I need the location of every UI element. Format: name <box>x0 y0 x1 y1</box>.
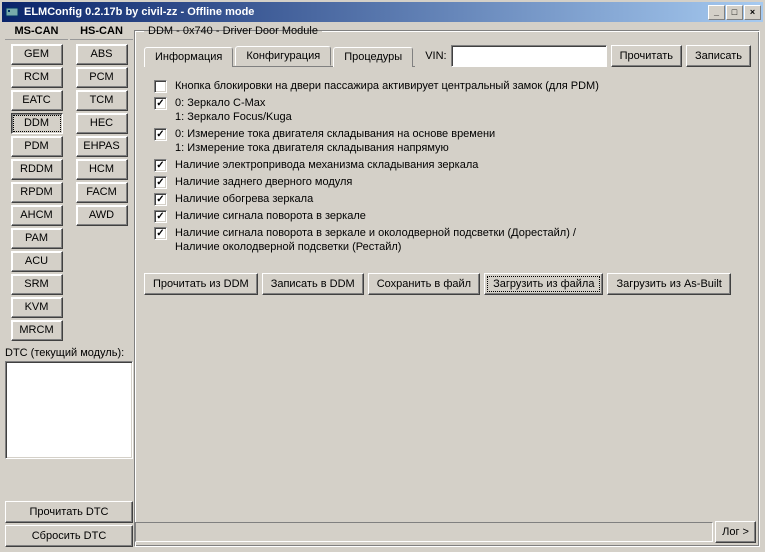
module-ddm[interactable]: DDM <box>11 113 63 134</box>
module-hec[interactable]: HEC <box>76 113 128 134</box>
option-label-0: Кнопка блокировки на двери пассажира акт… <box>175 79 599 93</box>
module-pdm[interactable]: PDM <box>11 136 63 157</box>
load-from-file-button[interactable]: Загрузить из файла <box>484 273 603 295</box>
config-options: Кнопка блокировки на двери пассажира акт… <box>144 75 751 261</box>
option-label-6: Наличие сигнала поворота в зеркале <box>175 209 366 223</box>
module-pam[interactable]: PAM <box>11 228 63 249</box>
module-rpdm[interactable]: RPDM <box>11 182 63 203</box>
option-label-7: Наличие сигнала поворота в зеркале и око… <box>175 226 576 254</box>
vin-input[interactable] <box>451 45 607 67</box>
log-button[interactable]: Лог > <box>715 521 756 543</box>
hscan-column: HS-CAN ABSPCMTCMHECEHPASHCMFACMAWD <box>70 25 133 341</box>
tab-procedures[interactable]: Процедуры <box>333 47 413 67</box>
module-eatc[interactable]: EATC <box>11 90 63 111</box>
option-label-1: 0: Зеркало C-Max 1: Зеркало Focus/Kuga <box>175 96 292 124</box>
option-checkbox-6[interactable] <box>154 210 167 223</box>
option-label-4: Наличие заднего дверного модуля <box>175 175 352 189</box>
module-ehpas[interactable]: EHPAS <box>76 136 128 157</box>
option-label-3: Наличие электропривода механизма складыв… <box>175 158 478 172</box>
vin-read-button[interactable]: Прочитать <box>611 45 682 67</box>
module-srm[interactable]: SRM <box>11 274 63 295</box>
module-ahcm[interactable]: AHCM <box>11 205 63 226</box>
module-awd[interactable]: AWD <box>76 205 128 226</box>
module-pcm[interactable]: PCM <box>76 67 128 88</box>
status-bar <box>135 522 713 542</box>
clear-dtc-button[interactable]: Сбросить DTC <box>5 525 133 547</box>
option-checkbox-4[interactable] <box>154 176 167 189</box>
option-label-5: Наличие обогрева зеркала <box>175 192 313 206</box>
vin-label: VIN: <box>425 50 446 62</box>
module-rddm[interactable]: RDDM <box>11 159 63 180</box>
dtc-listbox[interactable] <box>5 361 133 459</box>
mscan-header: MS-CAN <box>5 25 68 40</box>
read-dtc-button[interactable]: Прочитать DTC <box>5 501 133 523</box>
vin-write-button[interactable]: Записать <box>686 45 751 67</box>
module-acu[interactable]: ACU <box>11 251 63 272</box>
option-checkbox-1[interactable] <box>154 97 167 110</box>
option-checkbox-2[interactable] <box>154 128 167 141</box>
module-groupbox: DDM - 0x740 - Driver Door Module Информа… <box>135 25 760 547</box>
minimize-button[interactable]: _ <box>708 5 725 20</box>
module-legend: DDM - 0x740 - Driver Door Module <box>144 25 322 37</box>
module-rcm[interactable]: RCM <box>11 67 63 88</box>
window-title: ELMConfig 0.2.17b by civil-zz - Offline … <box>24 6 707 18</box>
module-gem[interactable]: GEM <box>11 44 63 65</box>
option-checkbox-7[interactable] <box>154 227 167 240</box>
module-tcm[interactable]: TCM <box>76 90 128 111</box>
option-checkbox-0[interactable] <box>154 80 167 93</box>
save-to-file-button[interactable]: Сохранить в файл <box>368 273 480 295</box>
module-abs[interactable]: ABS <box>76 44 128 65</box>
dtc-label: DTC (текущий модуль): <box>5 347 133 359</box>
config-tabs: Информация Конфигурация Процедуры <box>144 46 415 67</box>
hscan-header: HS-CAN <box>70 25 133 40</box>
mscan-column: MS-CAN GEMRCMEATCDDMPDMRDDMRPDMAHCMPAMAC… <box>5 25 68 341</box>
option-checkbox-5[interactable] <box>154 193 167 206</box>
option-checkbox-3[interactable] <box>154 159 167 172</box>
module-facm[interactable]: FACM <box>76 182 128 203</box>
titlebar: ELMConfig 0.2.17b by civil-zz - Offline … <box>2 2 763 22</box>
tab-info[interactable]: Информация <box>144 47 233 67</box>
module-kvm[interactable]: KVM <box>11 297 63 318</box>
option-label-2: 0: Измерение тока двигателя складывания … <box>175 127 495 155</box>
load-from-asbuilt-button[interactable]: Загрузить из As-Built <box>607 273 730 295</box>
maximize-button[interactable]: □ <box>726 5 743 20</box>
write-to-module-button[interactable]: Записать в DDM <box>262 273 364 295</box>
module-mrcm[interactable]: MRCM <box>11 320 63 341</box>
close-button[interactable]: × <box>744 5 761 20</box>
app-icon <box>4 4 20 20</box>
module-hcm[interactable]: HCM <box>76 159 128 180</box>
read-from-module-button[interactable]: Прочитать из DDM <box>144 273 258 295</box>
tab-config[interactable]: Конфигурация <box>235 46 331 66</box>
